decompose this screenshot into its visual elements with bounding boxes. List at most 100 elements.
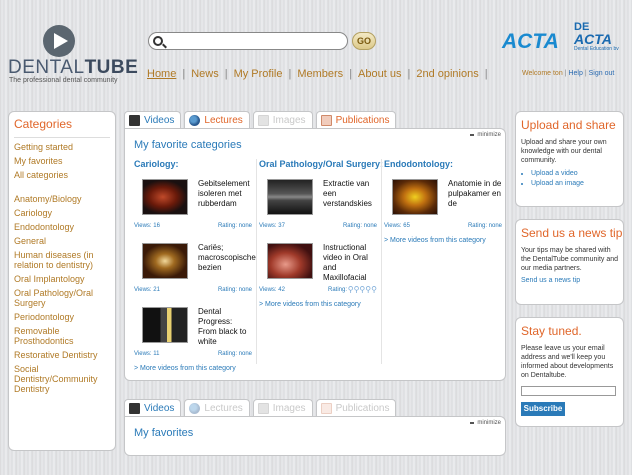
categories-list: Getting started My favorites All categor… [9, 142, 115, 394]
acta-logo[interactable]: ACTA [502, 30, 559, 54]
nav-news[interactable]: News [185, 68, 225, 80]
category-periodontology[interactable]: Periodontology [14, 312, 111, 322]
sign-out-link[interactable]: Sign out [589, 70, 615, 77]
search-box[interactable] [148, 32, 348, 50]
minimize-button[interactable]: minimize [470, 420, 501, 426]
rating-tooth-icons[interactable]: ⚲⚲⚲⚲⚲ [348, 285, 377, 294]
tab-videos[interactable]: Videos [124, 111, 182, 128]
nav-members[interactable]: Members [291, 68, 349, 80]
video-thumbnail[interactable] [267, 243, 313, 279]
category-removable-prosthodontics[interactable]: Removable Prosthodontics [14, 326, 111, 346]
upload-image-link[interactable]: Upload an image [531, 179, 618, 189]
video-title[interactable]: Extractie van een verstandskies [323, 179, 377, 209]
video-thumbnail[interactable] [142, 179, 188, 215]
category-cariology[interactable]: Cariology [14, 208, 111, 218]
image-icon [257, 114, 269, 126]
video-thumbnail[interactable] [142, 243, 188, 279]
column-heading[interactable]: Cariology: [134, 159, 252, 169]
minimize-button[interactable]: minimize [470, 132, 501, 138]
category-anatomy-biology[interactable]: Anatomy/Biology [14, 194, 111, 204]
tab-publications[interactable]: Publications [315, 399, 397, 416]
minimize-label: minimize [477, 420, 501, 426]
tab-label: Images [272, 114, 306, 126]
upload-video-link[interactable]: Upload a video [531, 169, 618, 179]
category-my-favorites[interactable]: My favorites [14, 156, 111, 166]
minimize-icon [470, 422, 475, 424]
video-title[interactable]: Dental Progress: From black to white [198, 307, 252, 347]
main-nav: Home | News | My Profile | Members | About u… [147, 68, 488, 80]
panel-title: My favorite categories [134, 139, 242, 151]
news-tip-title: Send us a news tip [521, 226, 623, 240]
tab-label: Lectures [204, 402, 243, 414]
logo-name-bold: TUBE [84, 57, 139, 78]
video-views: Views: 42 [259, 287, 285, 293]
tab-label: Lectures [204, 114, 243, 126]
video-item[interactable]: Anatomie in de pulpakamer en de Views: 6… [384, 177, 502, 235]
news-tip-link[interactable]: Send us a news tip [521, 277, 618, 284]
category-social-dentistry[interactable]: Social Dentistry/Community Dentistry [14, 364, 111, 394]
globe-icon [189, 402, 201, 414]
video-title[interactable]: Instructional video in Oral and Maxillof… [323, 243, 377, 283]
video-views: Views: 16 [134, 223, 160, 229]
column-heading[interactable]: Endodontology: [384, 159, 502, 169]
tab-publications[interactable]: Publications [315, 111, 397, 128]
logo-name-light: DENTAL [8, 57, 85, 78]
column-heading[interactable]: Oral Pathology/Oral Surgery: [259, 159, 383, 169]
nav-my-profile[interactable]: My Profile [228, 68, 289, 80]
category-human-diseases[interactable]: Human diseases (in relation to dentistry… [14, 250, 111, 270]
image-icon [257, 402, 269, 414]
video-rating: Rating: none [217, 287, 252, 293]
video-item[interactable]: Dental Progress: From black to white Vie… [134, 305, 252, 363]
news-tip-text: Your tips may be shared with the DentalT… [521, 247, 619, 272]
search-input[interactable] [167, 34, 343, 48]
video-item[interactable]: Extractie van een verstandskies Views: 3… [259, 177, 377, 235]
column-oral-pathology: Oral Pathology/Oral Surgery: Extractie v… [259, 159, 383, 364]
dentaltube-logo[interactable]: DENTALTUBE The professional dental commu… [8, 25, 138, 85]
video-thumbnail[interactable] [142, 307, 188, 343]
nav-about-us[interactable]: About us [352, 68, 407, 80]
de-acta-subtitle: Dental Education bv [574, 46, 619, 52]
video-thumbnail[interactable] [267, 179, 313, 215]
tab-videos[interactable]: Videos [124, 399, 182, 416]
video-item[interactable]: Gebitselement isoleren met rubberdam Vie… [134, 177, 252, 235]
category-restorative-dentistry[interactable]: Restorative Dentistry [14, 350, 111, 360]
column-divider [256, 159, 257, 364]
category-general[interactable]: General [14, 236, 111, 246]
tab-images[interactable]: Images [252, 111, 313, 128]
tab-label: Publications [335, 114, 390, 126]
category-oral-implantology[interactable]: Oral Implantology [14, 274, 111, 284]
video-title[interactable]: Cariës; macroscopische bezien [198, 243, 256, 273]
video-item[interactable]: Instructional video in Oral and Maxillof… [259, 241, 377, 299]
email-field[interactable] [521, 386, 616, 396]
upload-title: Upload and share [521, 118, 616, 132]
more-videos-link[interactable]: > More videos from this category [384, 237, 502, 244]
subscribe-button[interactable]: Subscribe [521, 402, 565, 416]
video-item[interactable]: Cariës; macroscopische bezien Views: 21 R… [134, 241, 256, 299]
video-views: Views: 37 [259, 223, 285, 229]
video-views: Views: 21 [134, 287, 160, 293]
search-icon [153, 36, 163, 46]
video-title[interactable]: Anatomie in de pulpakamer en de [448, 179, 502, 209]
category-oral-pathology[interactable]: Oral Pathology/Oral Surgery [14, 288, 111, 308]
divider [14, 137, 110, 138]
welcome-separator: | [564, 70, 567, 77]
film-icon [129, 402, 140, 414]
more-videos-link[interactable]: > More videos from this category [259, 301, 377, 308]
category-endodontology[interactable]: Endodontology [14, 222, 111, 232]
help-link[interactable]: Help [568, 70, 582, 77]
panel-title: My favorites [134, 427, 194, 439]
video-thumbnail[interactable] [392, 179, 438, 215]
my-favorites-panel: minimize My favorites [124, 416, 506, 456]
category-all-categories[interactable]: All categories [14, 170, 111, 180]
de-acta-logo[interactable]: DE ACTA Dental Education bv [574, 22, 632, 54]
tab-lectures[interactable]: Lectures [184, 399, 250, 416]
welcome-bar: Welcome ton | Help | Sign out [522, 70, 614, 77]
tab-lectures[interactable]: Lectures [184, 111, 250, 128]
nav-2nd-opinions[interactable]: 2nd opinions [410, 68, 484, 80]
video-title[interactable]: Gebitselement isoleren met rubberdam [198, 179, 252, 209]
category-getting-started[interactable]: Getting started [14, 142, 111, 152]
go-button[interactable]: GO [352, 32, 376, 50]
tab-images[interactable]: Images [252, 399, 313, 416]
more-videos-link[interactable]: > More videos from this category [134, 365, 252, 372]
nav-home[interactable]: Home [147, 68, 182, 80]
